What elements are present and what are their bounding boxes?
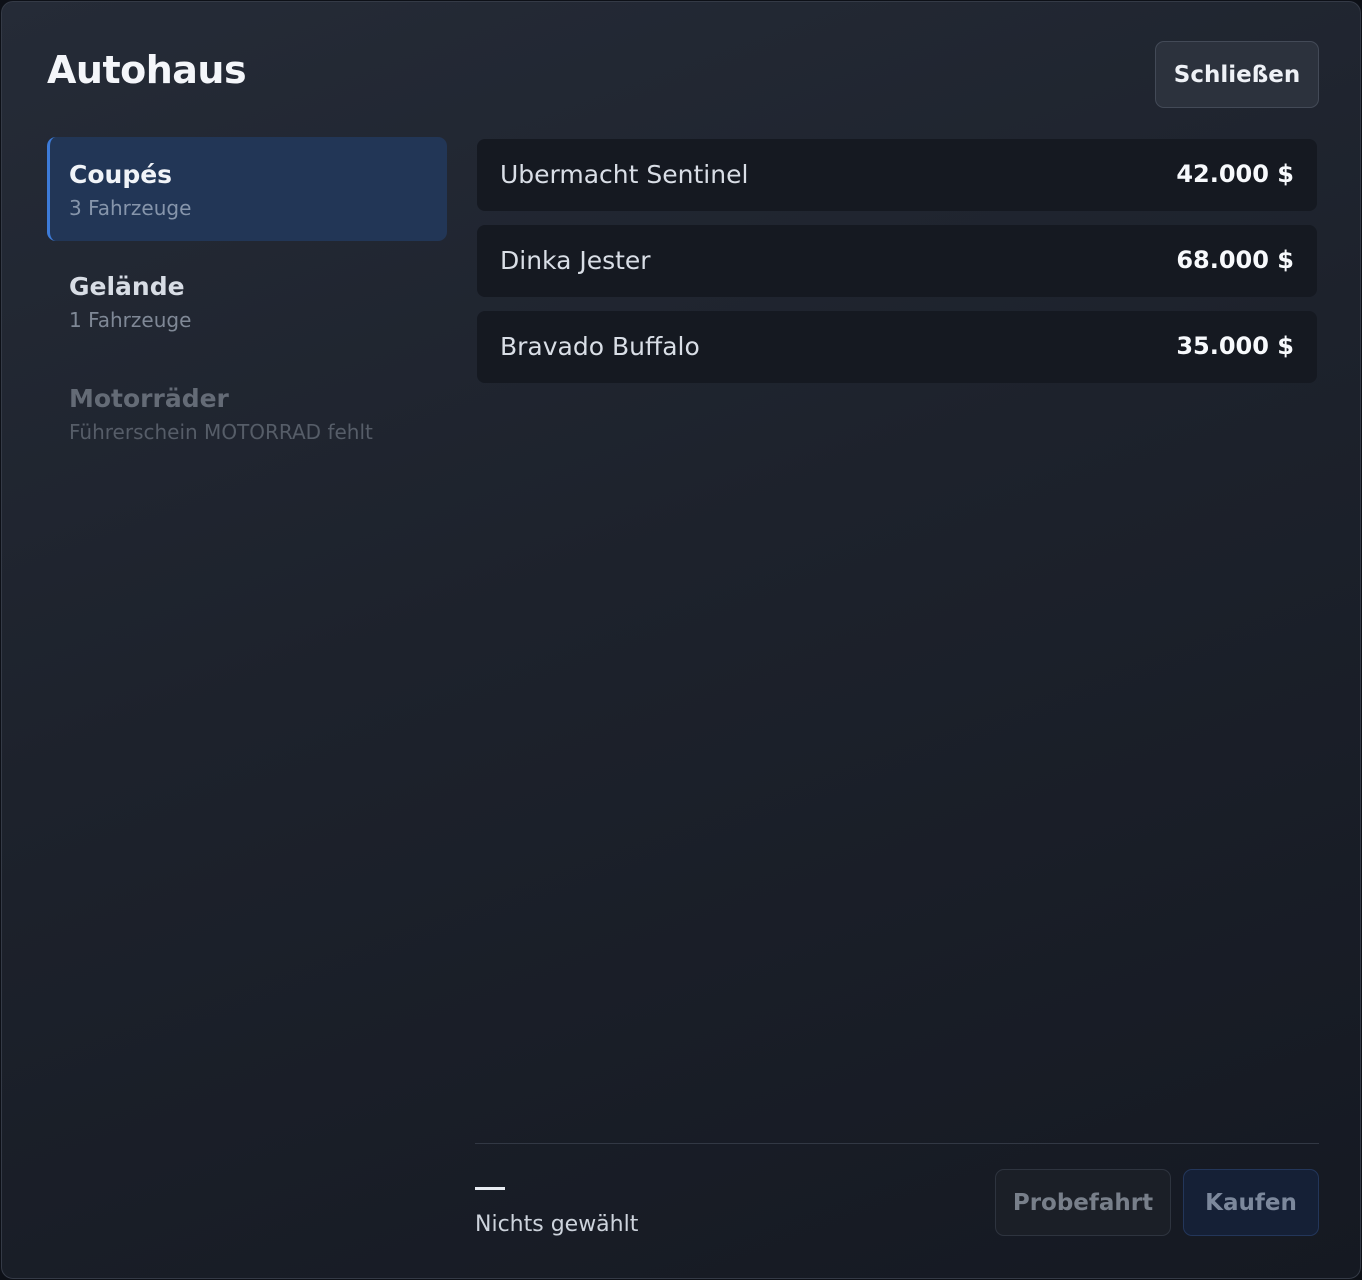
buy-button[interactable]: Kaufen [1183, 1169, 1319, 1236]
vehicle-row[interactable]: Bravado Buffalo 35.000 $ [477, 311, 1317, 383]
category-requirement: Führerschein MOTORRAD fehlt [69, 420, 373, 444]
category-item-gelaende[interactable]: Gelände 1 Fahrzeuge [47, 249, 447, 353]
category-count: 3 Fahrzeuge [69, 196, 192, 220]
category-count: 1 Fahrzeuge [69, 308, 192, 332]
category-item-coupes[interactable]: Coupés 3 Fahrzeuge [47, 137, 447, 241]
category-name: Gelände [69, 272, 185, 301]
vehicle-price: 35.000 $ [1176, 332, 1294, 360]
selection-status: Nichts gewählt [475, 1212, 639, 1237]
vehicle-name: Ubermacht Sentinel [500, 160, 749, 189]
page-title: Autohaus [47, 48, 247, 92]
vehicle-price: 68.000 $ [1176, 246, 1294, 274]
vehicle-price: 42.000 $ [1176, 160, 1294, 188]
category-sidebar: Coupés 3 Fahrzeuge Gelände 1 Fahrzeuge M… [47, 137, 447, 473]
dealership-window: Autohaus Schließen Coupés 3 Fahrzeuge Ge… [1, 1, 1361, 1279]
vehicle-name: Dinka Jester [500, 246, 651, 275]
test-drive-button[interactable]: Probefahrt [995, 1169, 1171, 1236]
category-item-motorraeder: Motorräder Führerschein MOTORRAD fehlt [47, 361, 447, 465]
footer-divider [475, 1143, 1319, 1144]
selection-dash [475, 1187, 505, 1190]
vehicle-list: Ubermacht Sentinel 42.000 $ Dinka Jester… [477, 139, 1317, 397]
vehicle-row[interactable]: Ubermacht Sentinel 42.000 $ [477, 139, 1317, 211]
vehicle-name: Bravado Buffalo [500, 332, 700, 361]
category-name: Coupés [69, 160, 173, 189]
close-button[interactable]: Schließen [1155, 41, 1319, 108]
category-name: Motorräder [69, 384, 229, 413]
vehicle-row[interactable]: Dinka Jester 68.000 $ [477, 225, 1317, 297]
